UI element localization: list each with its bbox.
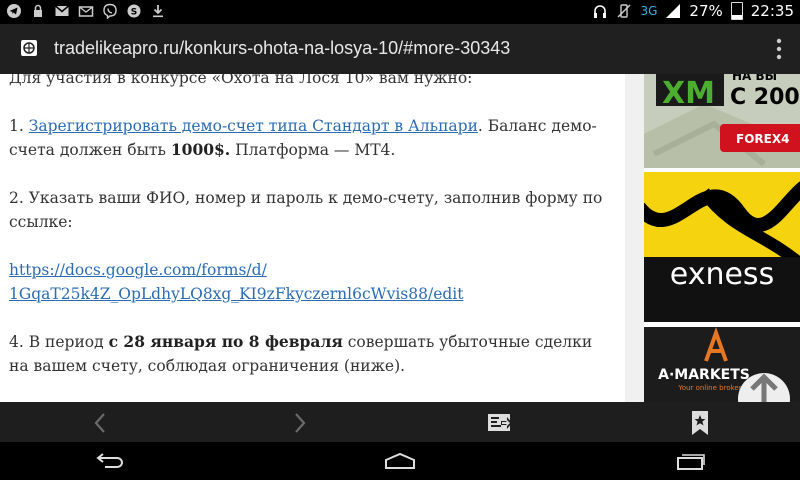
google-form-link-part2[interactable]: 1GqaT25k4Z_OpLdhyLQ8xg_KI9zFkyczernl6cWv… [9, 285, 463, 303]
battery-icon [730, 2, 743, 20]
recents-icon[interactable] [676, 451, 706, 471]
gmail-icon [55, 5, 69, 16]
amarkets-tagline: Your online broker [677, 384, 741, 392]
system-indicators: 3G 27% 22:35 [592, 2, 794, 20]
menu-icon[interactable] [776, 38, 782, 60]
viber-icon [103, 3, 117, 19]
ad-sidebar: XM НА ВЫ С 200 FOREX4 exness A·MARKETS Y… [644, 74, 800, 402]
step-2: 2. Указать ваши ФИО, номер и пароль к де… [9, 189, 603, 231]
lock-icon [34, 4, 42, 17]
step-4-dates: с 28 января по 8 февраля [108, 332, 343, 351]
status-bar: S 3G 27% 22:35 [0, 0, 800, 24]
xm-banner[interactable]: XM НА ВЫ С 200 FOREX4 [644, 74, 800, 168]
home-icon[interactable] [384, 452, 416, 470]
reader-mode-icon[interactable] [487, 413, 513, 433]
back-arrow-icon[interactable] [92, 412, 108, 434]
bookmark-icon[interactable] [690, 410, 710, 436]
step-1-amount: 1000$. [170, 140, 231, 159]
form-link-paragraph: https://docs.google.com/forms/d/1GqaT25k… [9, 258, 609, 306]
clock: 22:35 [750, 2, 794, 20]
svg-text:XM: XM [662, 76, 715, 111]
skype-icon: S [127, 4, 141, 18]
intro-paragraph: Для участия в конкурсе «Охота на Лося 10… [9, 74, 473, 87]
telegram-icon [7, 4, 21, 18]
exness-banner-art: exness [644, 172, 800, 322]
system-navigation-bar [0, 442, 800, 480]
browser-toolbar: tradelikeapro.ru/konkurs-ohota-na-losya-… [0, 24, 800, 98]
headphones-icon [594, 5, 607, 18]
system-back-icon[interactable] [95, 450, 125, 470]
google-form-link-part1[interactable]: https://docs.google.com/forms/d/ [9, 261, 267, 279]
signal-icon [666, 4, 681, 18]
step-4-text: 4. В период [9, 333, 109, 351]
google-form-link[interactable]: https://docs.google.com/forms/d/1GqaT25k… [9, 261, 463, 303]
download-icon [153, 5, 163, 18]
amarkets-banner-art: A·MARKETS Your online broker [644, 327, 800, 402]
step-1-number: 1. [9, 117, 29, 135]
site-icon[interactable] [20, 39, 38, 57]
mail-icon [78, 6, 94, 17]
xm-banner-art: XM НА ВЫ С 200 FOREX4 [644, 74, 800, 168]
content-gutter [625, 74, 644, 402]
battery-percent: 27% [689, 2, 723, 20]
article-body: Для участия в конкурсе «Охота на Лося 10… [9, 74, 609, 402]
browser-bottom-bar [0, 402, 800, 442]
notification-icons: S [6, 3, 166, 19]
page-content[interactable]: Для участия в конкурсе «Охота на Лося 10… [0, 74, 625, 402]
register-demo-link[interactable]: Зарегистрировать демо-счет типа Стандарт… [29, 117, 478, 135]
url-field[interactable]: tradelikeapro.ru/konkurs-ohota-na-losya-… [54, 38, 510, 59]
amarkets-logo-text: A·MARKETS [658, 367, 750, 383]
exness-logo-text: exness [670, 257, 774, 292]
vibrate-off-icon [617, 4, 631, 18]
exness-banner[interactable]: exness [644, 172, 800, 322]
step-4: 4. В период с 28 января по 8 февраля сов… [9, 330, 609, 378]
step-1-platform: Платформа — МТ4. [230, 141, 396, 159]
xm-amount-text: С 200 [730, 85, 800, 110]
amarkets-banner[interactable]: A·MARKETS Your online broker [644, 327, 800, 402]
xm-forex-text: FOREX4 [736, 132, 789, 146]
svg-text:S: S [131, 8, 137, 18]
step-1: 1. Зарегистрировать демо-счет типа Станд… [9, 114, 609, 162]
xm-top-text: НА ВЫ [732, 74, 777, 83]
forward-arrow-icon[interactable] [292, 412, 308, 434]
network-type: 3G [640, 4, 658, 18]
